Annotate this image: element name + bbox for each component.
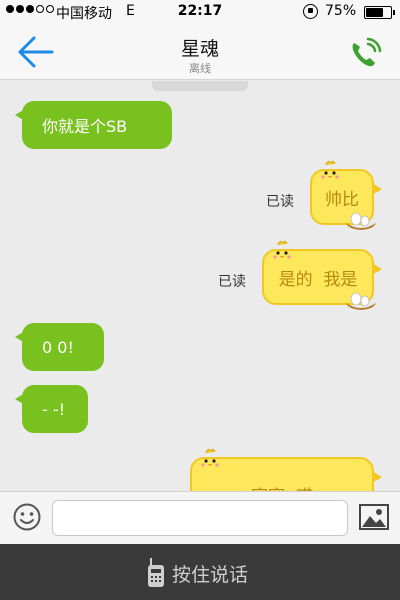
message-text: 是的 我是 (278, 269, 358, 290)
battery-icon (364, 6, 395, 19)
image-icon (359, 504, 389, 530)
read-receipt: 已读 (266, 194, 294, 210)
phone-call-icon (352, 37, 382, 67)
message-text: 帅比 (325, 189, 359, 210)
egg-nest-icon (346, 212, 376, 230)
image-button[interactable] (358, 502, 390, 532)
battery-percentage: 75% (325, 3, 357, 19)
chick-icon (321, 160, 339, 179)
chat-messages[interactable]: 你就是个SB 已读 帅比 已读 是的 我是 0 0! - -! (0, 81, 400, 491)
status-bar: 中国移动 E 22:17 75% (0, 0, 400, 24)
read-receipt: 已读 (218, 274, 246, 290)
outgoing-message-bubble[interactable]: 是的 我是 (262, 240, 382, 310)
walkie-talkie-icon (148, 558, 164, 587)
emoji-button[interactable] (12, 502, 42, 532)
contact-status: 离线 (189, 62, 211, 75)
call-button[interactable] (346, 34, 386, 72)
hold-to-talk-label: 按住说话 (172, 564, 249, 586)
message-input-bar (0, 491, 400, 544)
contact-name: 星魂 (180, 38, 219, 60)
incoming-message-bubble[interactable]: 你就是个SB (15, 101, 172, 149)
rotation-lock-icon (303, 4, 318, 19)
chick-icon (201, 448, 219, 467)
message-text: 你就是个SB (42, 117, 128, 136)
message-text: - -! (42, 399, 66, 419)
battery-fill (366, 8, 383, 17)
smiley-icon (13, 503, 41, 531)
timestamp-pill (152, 81, 248, 91)
hold-to-talk-button[interactable]: 按住说话 (0, 544, 400, 600)
message-input[interactable] (52, 500, 348, 536)
incoming-message-bubble[interactable]: 0 0! (15, 323, 104, 371)
outgoing-message-bubble[interactable]: 帅比 (310, 160, 382, 230)
egg-nest-icon (346, 292, 376, 310)
incoming-message-bubble[interactable]: - -! (15, 385, 88, 433)
outgoing-message-bubble[interactable]: 寂寞 哎 (190, 448, 382, 492)
message-text: 寂寞 哎 (251, 482, 313, 492)
chick-icon (273, 240, 291, 259)
chat-header: 星魂 离线 (0, 24, 400, 80)
message-text: 0 0! (42, 337, 74, 357)
